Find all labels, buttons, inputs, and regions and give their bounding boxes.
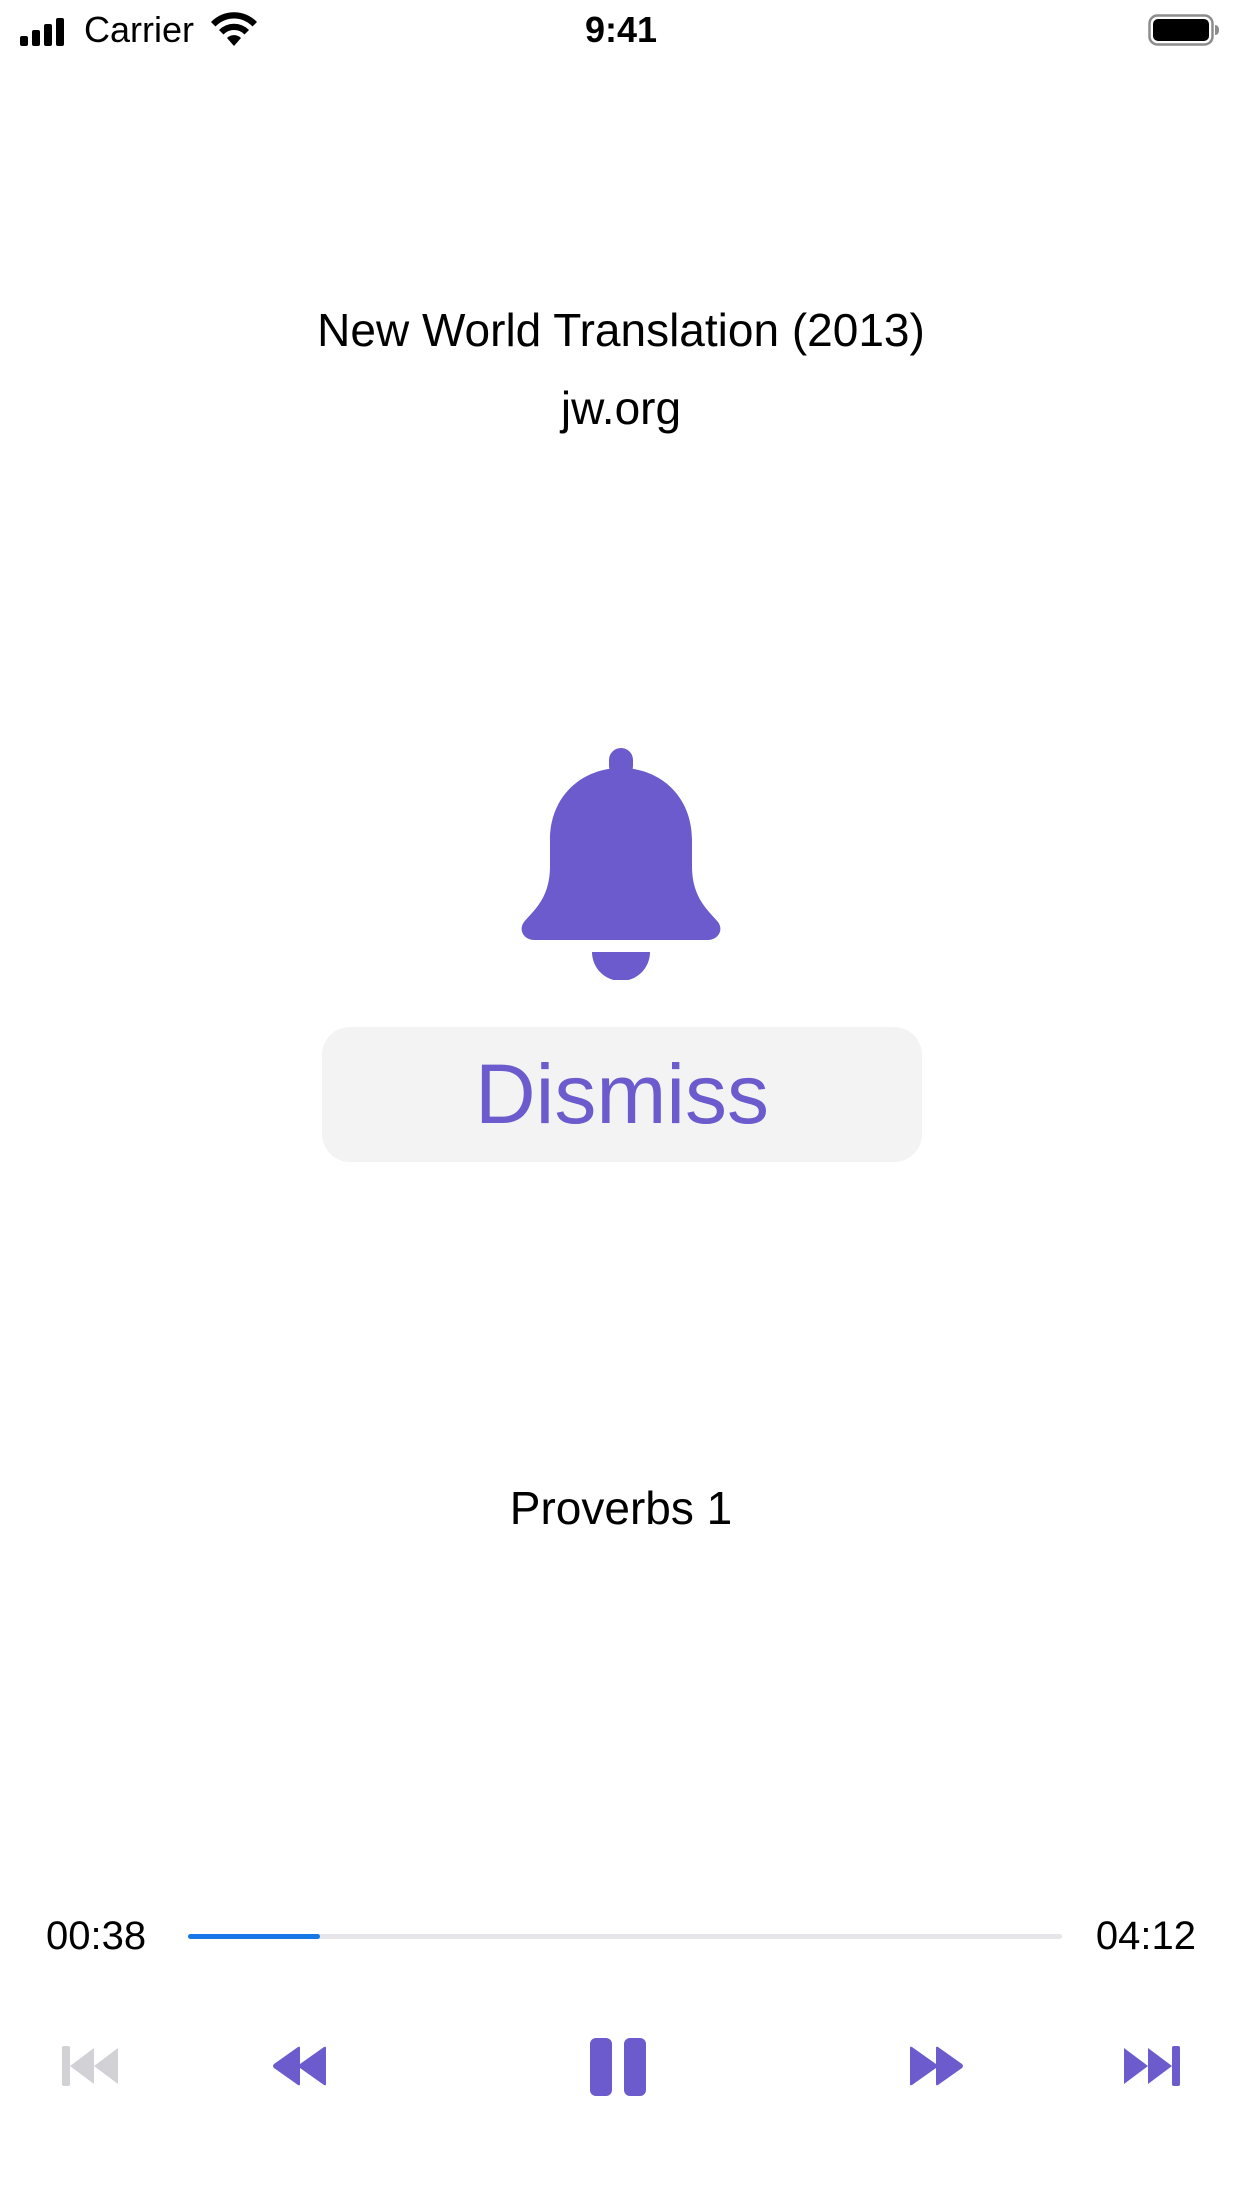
bell-icon [521, 748, 721, 980]
skip-next-button[interactable] [1118, 2036, 1188, 2096]
battery-icon [1148, 14, 1219, 46]
pause-button[interactable] [582, 2034, 660, 2100]
elapsed-time: 00:38 [46, 1914, 147, 1958]
rewind-icon [273, 2046, 326, 2086]
status-bar: Carrier 9:41 [0, 0, 1242, 60]
status-time: 9:41 [584, 9, 658, 50]
progress-slider[interactable] [188, 1934, 1062, 1939]
pause-icon [590, 2038, 646, 2096]
progress-fill [188, 1934, 320, 1939]
skip-next-icon [1124, 2046, 1180, 2086]
fast-forward-icon [910, 2046, 963, 2086]
dismiss-button[interactable]: Dismiss [322, 1027, 922, 1162]
total-duration: 04:12 [1095, 1914, 1196, 1958]
translation-title: New World Translation (2013) [317, 304, 925, 356]
chapter-title: Proverbs 1 [509, 1482, 733, 1534]
source-link: jw.org [560, 382, 682, 434]
fast-forward-button[interactable] [900, 2036, 970, 2096]
skip-previous-icon [62, 2046, 118, 2086]
rewind-button[interactable] [266, 2036, 336, 2096]
skip-previous-button[interactable] [56, 2036, 126, 2096]
